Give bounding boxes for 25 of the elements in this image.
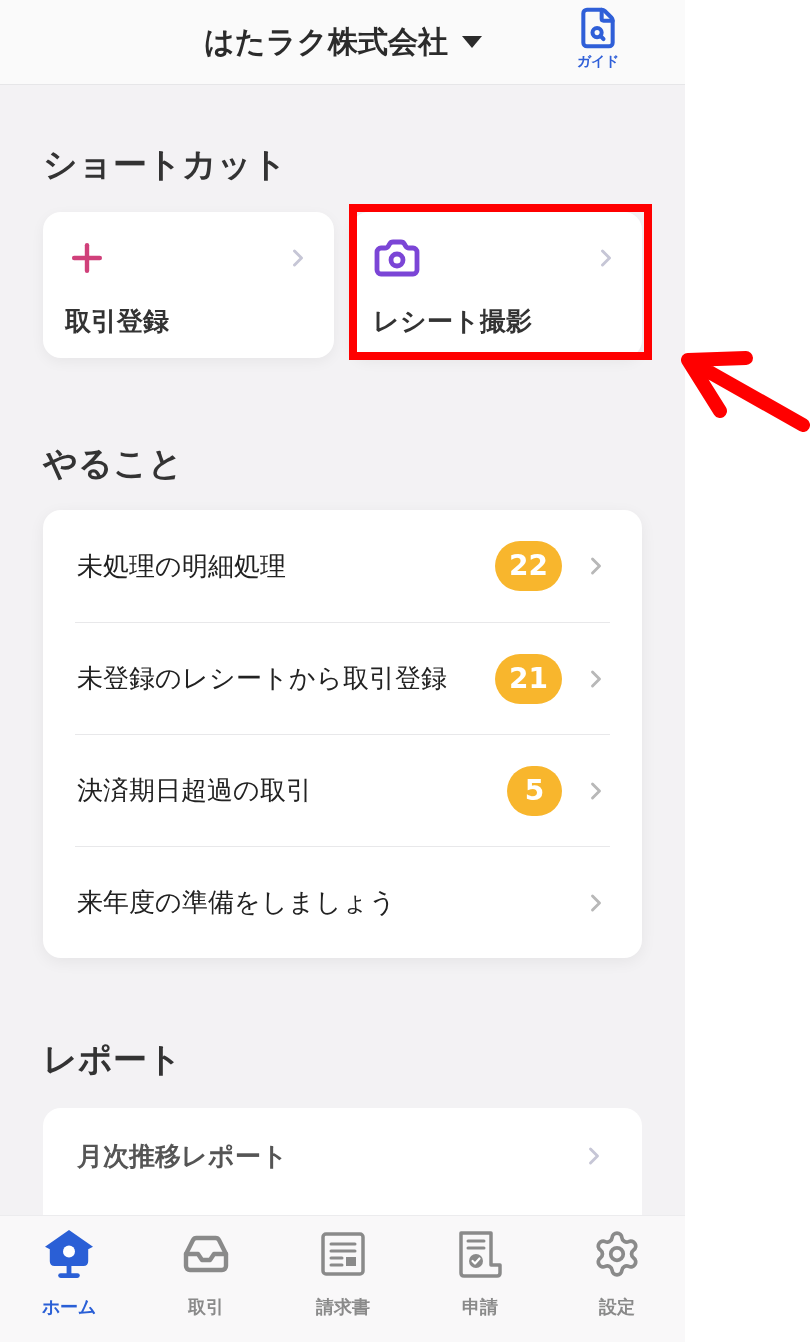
shortcut-card[interactable]: 取引登録 [43,212,334,358]
count-badge: 5 [507,765,562,816]
todo-row[interactable]: 決済期日超過の取引 5 [75,734,610,846]
caret-down-icon [461,36,482,48]
todo-row[interactable]: 未処理の明細処理 22 [75,510,610,622]
todo-label: 未処理の明細処理 [76,549,287,583]
report-label: 月次推移レポート [77,1139,289,1173]
document-lines-icon [319,1231,366,1277]
count-badge: 21 [495,653,562,704]
todo-row[interactable]: 来年度の準備をしましょう [75,846,610,958]
section-heading: ショートカット [43,143,288,186]
company-selector[interactable]: はたラク株式会社 [203,27,482,57]
todo-label: 未登録のレシートから取引登録 [76,662,448,695]
todo-label: 決済期日超過の取引 [76,774,313,807]
section-heading: やること [43,442,184,485]
count-badge: 22 [495,541,562,591]
section-heading: レポート [43,1038,183,1081]
report-row[interactable]: 月次推移レポート [77,1108,608,1204]
guide-button[interactable]: ガイド [576,6,620,68]
todo-row[interactable]: 未登録のレシートから取引登録 21 [75,622,610,734]
birdhouse-icon [44,1229,93,1279]
tab[interactable]: ホーム [0,1216,137,1342]
shortcut-label: レシート撮影 [373,305,533,338]
shortcut-label: 取引登録 [65,305,170,338]
todo-label: 来年度の準備をしましょう [76,886,397,919]
